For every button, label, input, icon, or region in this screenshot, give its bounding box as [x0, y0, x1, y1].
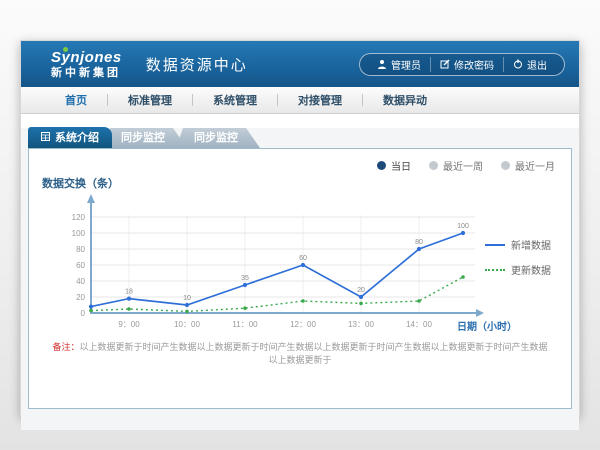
svg-text:11：00: 11：00 [232, 320, 258, 329]
nav-item-data-changes[interactable]: 数据异动 [363, 92, 447, 108]
user-menu: 管理员 修改密码 退出 [359, 53, 565, 76]
logout-button[interactable]: 退出 [503, 57, 556, 72]
svg-text:20: 20 [76, 293, 85, 302]
company-logo[interactable]: Synjones 新中新集团 [51, 50, 122, 79]
svg-text:14：00: 14：00 [406, 320, 432, 329]
main-nav: 首页 标准管理 系统管理 对接管理 数据异动 [21, 87, 579, 114]
footnote-text: 以上数据更新于时间产生数据以上数据更新于时间产生数据以上数据更新于时间产生数据以… [80, 342, 548, 365]
nav-item-standard-mgmt[interactable]: 标准管理 [108, 92, 192, 108]
logo-leaf-accent [63, 47, 68, 52]
chart-panel: 当日 最近一周 最近一月 数据交换（条） 0 20 40 60 80 100 120 9：00… [28, 148, 572, 409]
svg-text:60: 60 [76, 261, 85, 270]
footnote-prefix: 备注： [52, 342, 79, 352]
line-chart: 0 20 40 60 80 100 120 9：00 10：00 11：00 12：00 13：00 1… [51, 191, 521, 341]
chart-canvas: 0 20 40 60 80 100 120 9：00 10：00 11：00 12：00 13：00 1… [51, 191, 521, 341]
svg-text:100: 100 [72, 229, 86, 238]
svg-text:9：00: 9：00 [118, 320, 140, 329]
legend-item-new-data[interactable]: 新增数据 [485, 237, 551, 252]
legend-item-updated-data[interactable]: 更新数据 [485, 262, 551, 277]
svg-text:日期（小时）: 日期（小时） [457, 320, 517, 333]
radio-dot-icon [501, 161, 510, 170]
radio-last-week[interactable]: 最近一周 [429, 158, 483, 173]
user-icon [377, 59, 387, 69]
logo-company-name: 新中新集团 [51, 68, 122, 79]
tab-sync-monitor-2[interactable]: 同步监控 [176, 128, 260, 148]
svg-text:100: 100 [457, 223, 469, 230]
svg-text:60: 60 [299, 255, 307, 262]
radio-dot-icon [429, 161, 438, 170]
svg-text:80: 80 [76, 245, 85, 254]
logo-brand-text: Synjones [51, 50, 122, 65]
content-area: 系统介绍 同步监控 同步监控 当日 最近一周 最近一月 数据交换 [21, 128, 579, 430]
radio-dot-icon [377, 161, 386, 170]
nav-item-home[interactable]: 首页 [45, 92, 107, 108]
svg-text:40: 40 [76, 277, 85, 286]
radio-today[interactable]: 当日 [377, 158, 411, 173]
change-password-button[interactable]: 修改密码 [430, 57, 503, 72]
footnote: 备注：以上数据更新于时间产生数据以上数据更新于时间产生数据以上数据更新于时间产生… [29, 340, 571, 366]
tab-sync-monitor-1[interactable]: 同步监控 [103, 128, 187, 148]
svg-text:10: 10 [183, 295, 191, 302]
period-radio-group: 当日 最近一周 最近一月 [377, 158, 555, 173]
svg-text:18: 18 [125, 289, 133, 296]
app-window: Synjones 新中新集团 数据资源中心 管理员 修改密码 退出 首页 标准管… [20, 40, 580, 416]
tab-system-intro[interactable]: 系统介绍 [28, 127, 112, 148]
y-axis-title: 数据交换（条） [42, 175, 119, 191]
svg-text:80: 80 [415, 239, 423, 246]
svg-text:13：00: 13：00 [348, 320, 374, 329]
tab-bar: 系统介绍 同步监控 同步监控 [28, 128, 579, 148]
header: Synjones 新中新集团 数据资源中心 管理员 修改密码 退出 [21, 41, 579, 87]
nav-item-integration-mgmt[interactable]: 对接管理 [278, 92, 362, 108]
svg-text:120: 120 [72, 213, 86, 222]
svg-text:12：00: 12：00 [290, 320, 316, 329]
solid-line-swatch-icon [485, 244, 505, 246]
logout-icon [513, 59, 523, 69]
nav-item-system-mgmt[interactable]: 系统管理 [193, 92, 277, 108]
svg-text:20: 20 [357, 287, 365, 294]
chart-legend: 新增数据 更新数据 [485, 237, 551, 287]
svg-text:10：00: 10：00 [174, 320, 200, 329]
dotted-line-swatch-icon [485, 269, 505, 271]
admin-user-button[interactable]: 管理员 [368, 57, 430, 72]
svg-text:35: 35 [241, 275, 249, 282]
svg-text:0: 0 [81, 309, 86, 318]
page-title: 数据资源中心 [146, 54, 248, 75]
grid-icon [41, 132, 50, 144]
edit-icon [440, 59, 450, 69]
radio-last-month[interactable]: 最近一月 [501, 158, 555, 173]
